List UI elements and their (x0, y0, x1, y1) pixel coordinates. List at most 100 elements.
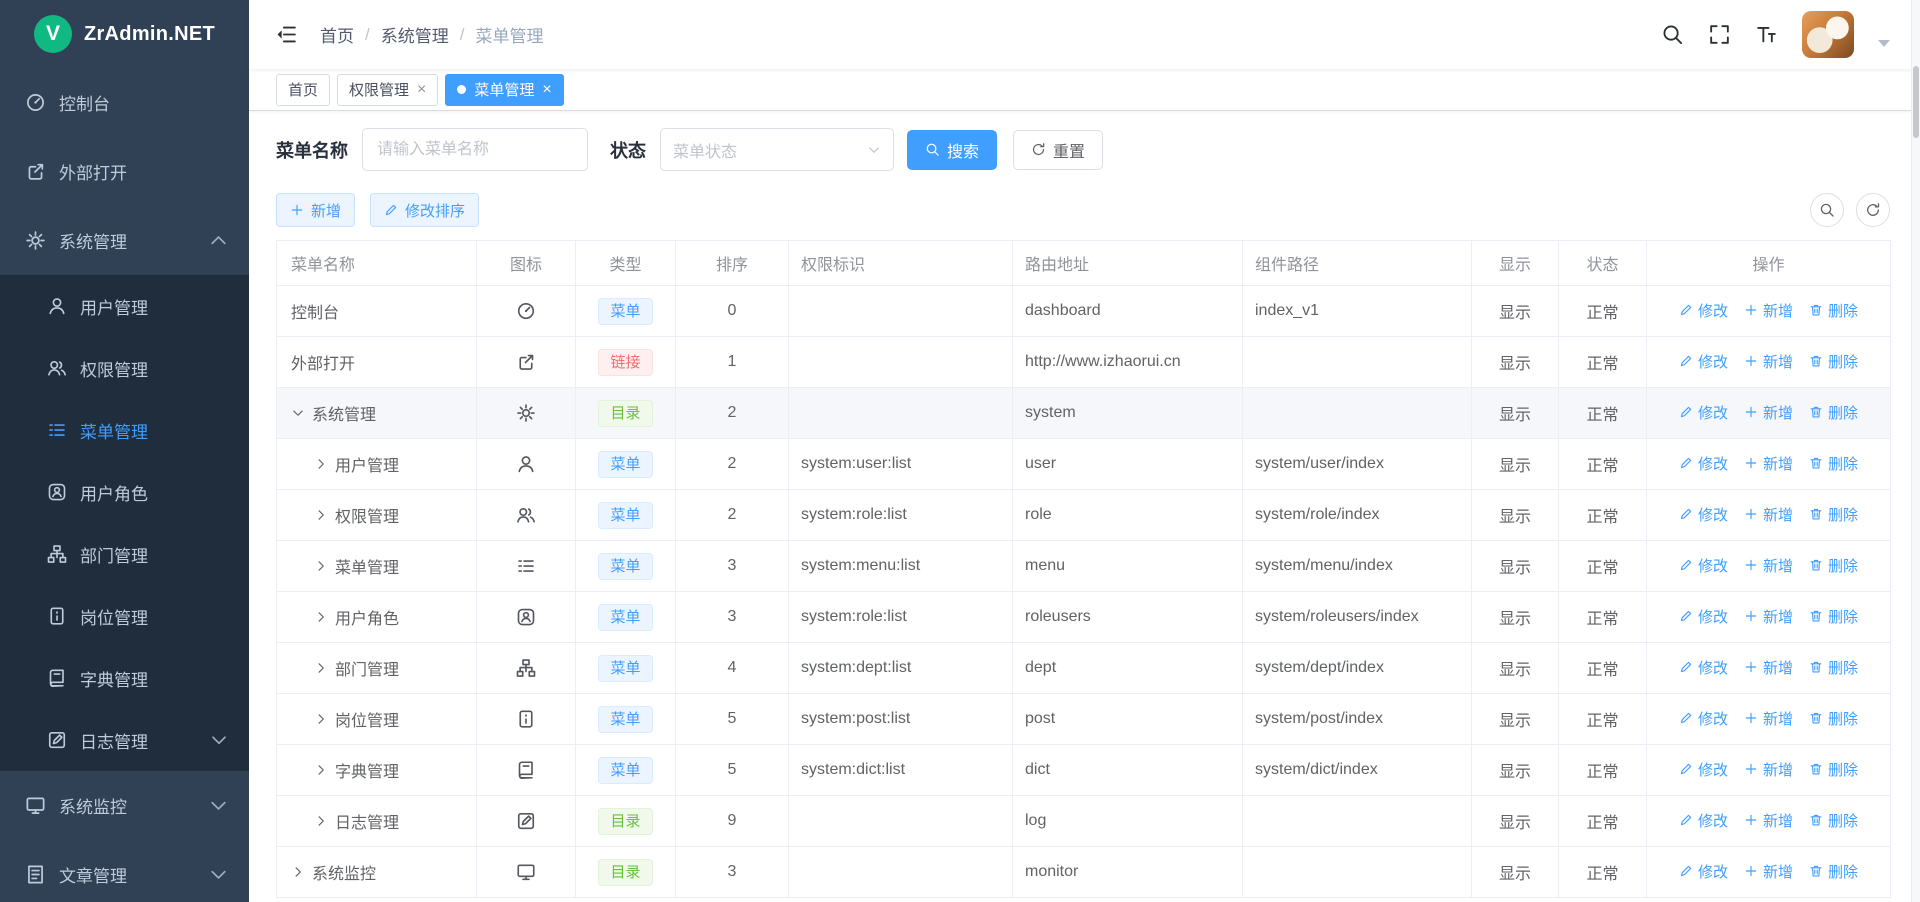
plus-icon (1744, 813, 1758, 827)
logo[interactable]: V ZrAdmin.NET (0, 0, 249, 68)
fullscreen-button[interactable] (1708, 23, 1731, 46)
add-link[interactable]: 新增 (1744, 555, 1793, 576)
header-search-button[interactable] (1661, 23, 1684, 46)
cell-icon (477, 541, 576, 592)
add-link[interactable]: 新增 (1744, 351, 1793, 372)
edit-link[interactable]: 修改 (1679, 453, 1728, 474)
search-button[interactable]: 搜索 (907, 130, 997, 170)
add-link[interactable]: 新增 (1744, 759, 1793, 780)
sidebar-item[interactable]: 文章管理 (0, 840, 249, 902)
table-refresh-button[interactable] (1856, 193, 1890, 227)
table-row[interactable]: 系统监控 目录 3 monitor 显示 正常 修改 新增 删除 (277, 847, 1891, 898)
external-link-icon (25, 161, 46, 182)
scrollbar[interactable] (1911, 0, 1920, 902)
sidebar-item[interactable]: 用户管理 (0, 275, 249, 337)
sidebar-item[interactable]: 岗位管理 (0, 585, 249, 647)
sidebar-item[interactable]: 外部打开 (0, 137, 249, 206)
scrollbar-thumb[interactable] (1913, 66, 1919, 138)
add-link[interactable]: 新增 (1744, 504, 1793, 525)
add-link[interactable]: 新增 (1744, 708, 1793, 729)
delete-link[interactable]: 删除 (1809, 300, 1858, 321)
menu-fold-button[interactable] (275, 23, 298, 46)
avatar[interactable] (1802, 11, 1854, 58)
add-link[interactable]: 新增 (1744, 861, 1793, 882)
table-row[interactable]: 日志管理 目录 9 log 显示 正常 修改 新增 删除 (277, 796, 1891, 847)
delete-link[interactable]: 删除 (1809, 861, 1858, 882)
sidebar-item[interactable]: 菜单管理 (0, 399, 249, 461)
table-row[interactable]: 字典管理 菜单 5 system:dict:list dict system/d… (277, 745, 1891, 796)
pencil-icon (1679, 507, 1693, 521)
tab-item[interactable]: 权限管理 × (337, 74, 438, 106)
delete-link[interactable]: 删除 (1809, 453, 1858, 474)
cell-status: 正常 (1559, 745, 1647, 796)
cell-type: 菜单 (576, 490, 676, 541)
cell-operations: 修改 新增 删除 (1647, 541, 1891, 592)
add-link[interactable]: 新增 (1744, 402, 1793, 423)
cell-menu-name: 系统管理 (277, 388, 477, 439)
breadcrumb-separator: / (460, 25, 465, 45)
font-size-button[interactable] (1755, 23, 1778, 46)
edit-link[interactable]: 修改 (1679, 300, 1728, 321)
table-row[interactable]: 用户角色 菜单 3 system:role:list roleusers sys… (277, 592, 1891, 643)
tab-close-icon[interactable]: × (542, 82, 551, 98)
add-link[interactable]: 新增 (1744, 300, 1793, 321)
table-search-toggle-button[interactable] (1810, 193, 1844, 227)
table-row[interactable]: 控制台 菜单 0 dashboard index_v1 显示 正常 修改 新增 … (277, 286, 1891, 337)
table-row[interactable]: 部门管理 菜单 4 system:dept:list dept system/d… (277, 643, 1891, 694)
tab-close-icon[interactable]: × (417, 82, 426, 98)
add-button[interactable]: 新增 (276, 193, 355, 227)
add-link[interactable]: 新增 (1744, 453, 1793, 474)
edit-link[interactable]: 修改 (1679, 351, 1728, 372)
delete-link[interactable]: 删除 (1809, 351, 1858, 372)
chevron-right-icon (314, 610, 328, 624)
delete-link[interactable]: 删除 (1809, 810, 1858, 831)
edit-link[interactable]: 修改 (1679, 504, 1728, 525)
edit-link[interactable]: 修改 (1679, 657, 1728, 678)
edit-sort-button[interactable]: 修改排序 (370, 193, 479, 227)
add-link[interactable]: 新增 (1744, 606, 1793, 627)
edit-link[interactable]: 修改 (1679, 606, 1728, 627)
user-icon (516, 454, 536, 474)
tab-item[interactable]: 首页 (276, 74, 330, 106)
edit-link[interactable]: 修改 (1679, 861, 1728, 882)
cell-component (1243, 388, 1472, 439)
table-row[interactable]: 外部打开 链接 1 http://www.izhaorui.cn 显示 正常 修… (277, 337, 1891, 388)
edit-link[interactable]: 修改 (1679, 708, 1728, 729)
edit-link[interactable]: 修改 (1679, 555, 1728, 576)
sidebar-item[interactable]: 控制台 (0, 68, 249, 137)
reset-button[interactable]: 重置 (1013, 130, 1103, 170)
add-link[interactable]: 新增 (1744, 657, 1793, 678)
sidebar-item[interactable]: 部门管理 (0, 523, 249, 585)
edit-link[interactable]: 修改 (1679, 810, 1728, 831)
sidebar-item[interactable]: 字典管理 (0, 647, 249, 709)
sidebar-item[interactable]: 日志管理 (0, 709, 249, 771)
sidebar-item[interactable]: 系统监控 (0, 771, 249, 840)
menu-name-input[interactable] (362, 128, 588, 171)
sidebar-item[interactable]: 系统管理 (0, 206, 249, 275)
status-select[interactable]: 菜单状态 (660, 128, 894, 171)
cell-type: 菜单 (576, 643, 676, 694)
avatar-caret-icon[interactable] (1878, 40, 1890, 47)
breadcrumb-item[interactable]: 首页 (320, 22, 354, 47)
search-icon (925, 142, 940, 157)
delete-link[interactable]: 删除 (1809, 555, 1858, 576)
edit-link[interactable]: 修改 (1679, 402, 1728, 423)
delete-link[interactable]: 删除 (1809, 504, 1858, 525)
add-link[interactable]: 新增 (1744, 810, 1793, 831)
delete-link[interactable]: 删除 (1809, 759, 1858, 780)
delete-link[interactable]: 删除 (1809, 402, 1858, 423)
table-row[interactable]: 权限管理 菜单 2 system:role:list role system/r… (277, 490, 1891, 541)
delete-link[interactable]: 删除 (1809, 657, 1858, 678)
breadcrumb-item[interactable]: 菜单管理 (475, 22, 543, 47)
breadcrumb-item[interactable]: 系统管理 (381, 22, 449, 47)
table-row[interactable]: 岗位管理 菜单 5 system:post:list post system/p… (277, 694, 1891, 745)
table-row[interactable]: 系统管理 目录 2 system 显示 正常 修改 新增 删除 (277, 388, 1891, 439)
sidebar-item[interactable]: 用户角色 (0, 461, 249, 523)
table-row[interactable]: 菜单管理 菜单 3 system:menu:list menu system/m… (277, 541, 1891, 592)
tab-item[interactable]: 菜单管理 × (445, 74, 563, 106)
table-row[interactable]: 用户管理 菜单 2 system:user:list user system/u… (277, 439, 1891, 490)
delete-link[interactable]: 删除 (1809, 606, 1858, 627)
edit-link[interactable]: 修改 (1679, 759, 1728, 780)
delete-link[interactable]: 删除 (1809, 708, 1858, 729)
sidebar-item[interactable]: 权限管理 (0, 337, 249, 399)
